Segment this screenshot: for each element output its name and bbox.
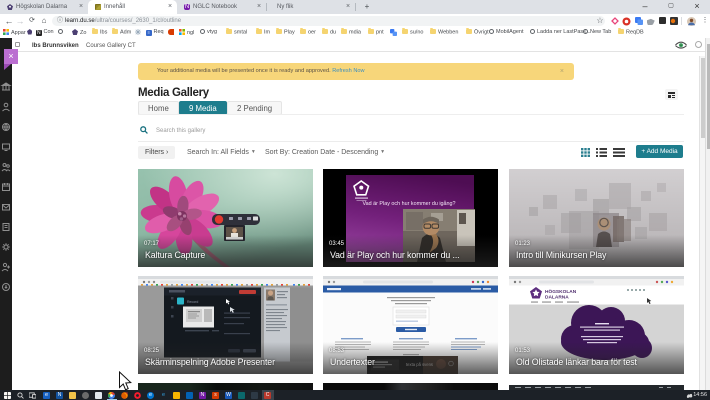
svg-text:Record: Record (187, 300, 198, 304)
svg-text:Vad är Play och hur kommer du: Vad är Play och hur kommer du igång? (362, 200, 455, 207)
svg-text:HÖGSKOLAN: HÖGSKOLAN (545, 288, 577, 295)
svg-text:DALARNA: DALARNA (545, 295, 569, 301)
